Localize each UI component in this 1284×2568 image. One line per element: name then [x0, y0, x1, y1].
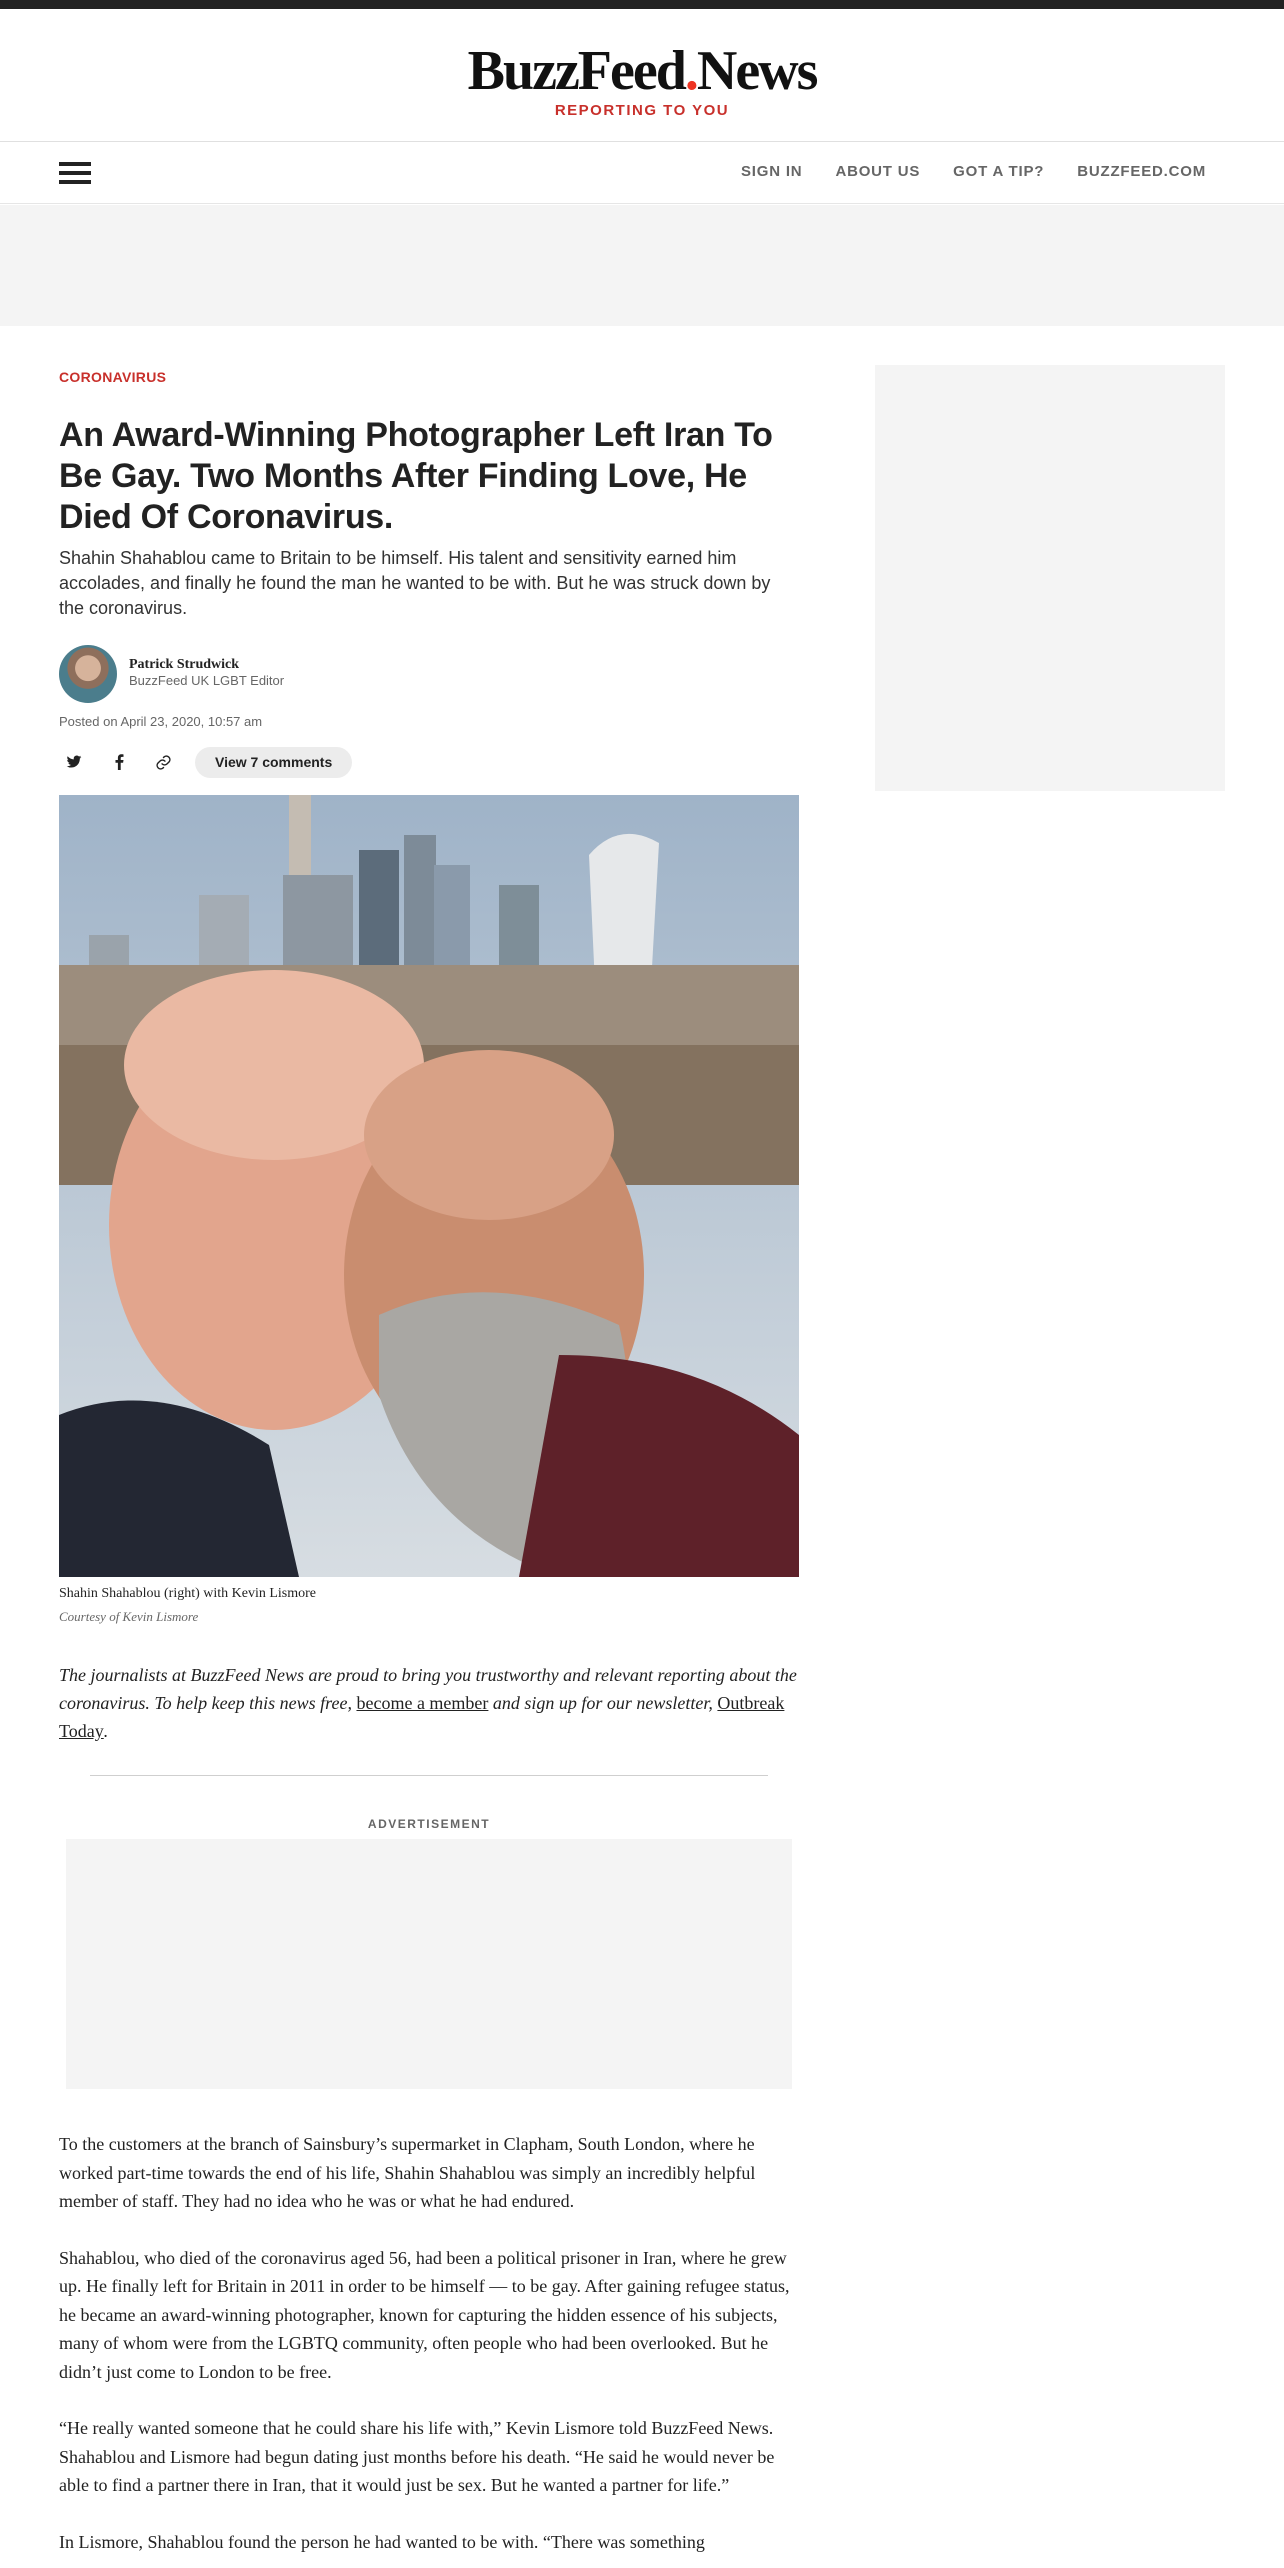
body-paragraph: To the customers at the branch of Sainsb…: [59, 2134, 756, 2211]
article-dek: Shahin Shahablou came to Britain to be h…: [59, 548, 771, 618]
sidebar-ad-slot: [875, 365, 1225, 791]
photo-caption: Shahin Shahablou (right) with Kevin Lism…: [59, 1586, 317, 1601]
top-bar: [0, 0, 1284, 9]
nav-about-us[interactable]: ABOUT US: [835, 163, 920, 180]
divider: [90, 1775, 768, 1776]
top-ad-slot: [0, 205, 1284, 326]
tagline: REPORTING TO YOU: [554, 102, 730, 119]
author-name[interactable]: Patrick Strudwick: [129, 657, 239, 673]
body-paragraph: “He really wanted someone that he could …: [59, 2418, 775, 2495]
twitter-icon[interactable]: [59, 747, 89, 777]
body-paragraph: Shahablou, who died of the coronavirus a…: [59, 2247, 790, 2382]
nav-got-a-tip[interactable]: GOT A TIP?: [953, 163, 1044, 180]
byline: Patrick Strudwick BuzzFeed UK LGBT Edito…: [59, 645, 799, 705]
photo-credit: Courtesy of Kevin Lismore: [59, 1609, 199, 1624]
become-member-link[interactable]: become a member: [356, 1693, 488, 1713]
hamburger-icon[interactable]: [59, 160, 91, 186]
nav-sign-in[interactable]: SIGN IN: [741, 163, 802, 180]
facebook-icon[interactable]: [104, 747, 134, 777]
view-comments-button[interactable]: View 7 comments: [195, 747, 353, 778]
membership-promo: The journalists at BuzzFeed News are pro…: [59, 1665, 797, 1741]
article-photo: [59, 795, 799, 1577]
masthead: BuzzFeed.News REPORTING TO YOU: [0, 9, 1284, 142]
share-bar: View 7 comments: [59, 747, 459, 778]
link-icon[interactable]: [148, 747, 178, 777]
body-paragraph: In Lismore, Shahablou found the person h…: [59, 2531, 705, 2552]
article-body: To the customers at the branch of Sainsb…: [59, 2130, 799, 2568]
main-nav: SIGN IN ABOUT US GOT A TIP? BUZZFEED.COM: [0, 143, 1284, 204]
posted-timestamp: Posted on April 23, 2020, 10:57 am: [59, 714, 263, 729]
nav-links: SIGN IN ABOUT US GOT A TIP? BUZZFEED.COM: [741, 163, 1206, 180]
advertisement-label: ADVERTISEMENT: [367, 1817, 491, 1831]
buzzfeed-news-logo[interactable]: BuzzFeed.News: [0, 41, 1284, 101]
category-label[interactable]: CORONAVIRUS: [59, 369, 166, 385]
article-headline: An Award-Winning Photographer Left Iran …: [59, 416, 773, 536]
author-role: BuzzFeed UK LGBT Editor: [129, 673, 285, 688]
author-avatar[interactable]: [59, 645, 117, 703]
nav-buzzfeed-com[interactable]: BUZZFEED.COM: [1077, 163, 1206, 180]
mid-article-ad-slot: [66, 1839, 792, 2089]
